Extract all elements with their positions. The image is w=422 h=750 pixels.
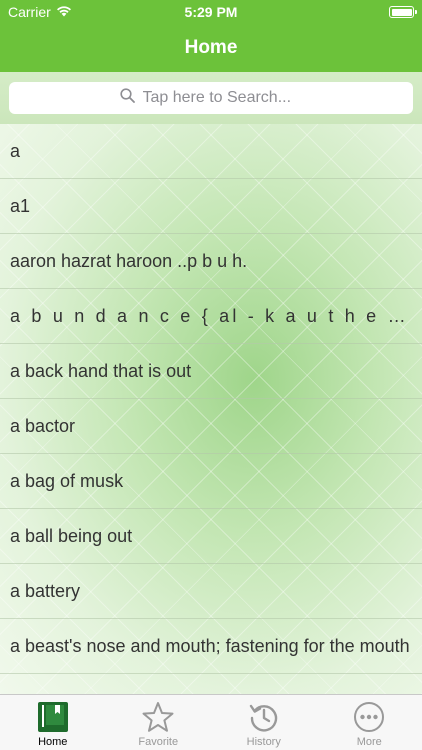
search-box[interactable]	[9, 82, 413, 114]
list-item-label: a battery	[10, 580, 81, 601]
word-list: a a1 aaron hazrat haroon ..p b u h. a b …	[0, 124, 422, 694]
carrier-label: Carrier	[8, 4, 51, 20]
tab-history[interactable]: History	[211, 695, 317, 750]
list-item-label: a bag of musk	[10, 470, 124, 491]
list-item[interactable]: a	[0, 124, 422, 179]
status-bar: Carrier 5:29 PM	[0, 0, 422, 24]
more-icon	[352, 700, 386, 734]
list-item-label: a1	[10, 195, 31, 216]
search-input[interactable]	[142, 89, 303, 107]
list-item-label: a back hand that is out	[10, 360, 192, 381]
list-item[interactable]: a1	[0, 179, 422, 234]
list-item-label: a b u n d a n c e { al - k a u t h e r }	[10, 305, 412, 326]
battery-icon	[389, 6, 417, 18]
status-time: 5:29 PM	[184, 4, 238, 20]
tab-label: More	[356, 736, 382, 748]
list-item[interactable]: a b u n d a n c e { al - k a u t h e r }	[0, 289, 422, 344]
list-item-label: a ball being out	[10, 525, 133, 546]
list-item[interactable]: a back hand that is out	[0, 344, 422, 399]
tab-label: History	[246, 736, 281, 748]
list-item-label: a bactor	[10, 415, 76, 436]
list-item-label: a beast's nose and mouth; fastening for …	[10, 635, 410, 656]
search-icon	[119, 88, 135, 108]
list-item[interactable]: a beast's nose and mouth; fastening for …	[0, 619, 422, 674]
tab-home[interactable]: Home	[0, 695, 106, 750]
nav-bar: Home	[0, 24, 422, 72]
search-bar	[0, 72, 422, 124]
list-item[interactable]: aaron hazrat haroon ..p b u h.	[0, 234, 422, 289]
page-title: Home	[184, 37, 238, 58]
history-icon	[247, 700, 281, 734]
wifi-icon	[56, 4, 72, 20]
tab-label: Favorite	[138, 736, 179, 748]
list-item[interactable]: a ball being out	[0, 509, 422, 564]
tab-favorite[interactable]: Favorite	[106, 695, 212, 750]
status-right	[264, 6, 417, 18]
status-left: Carrier	[8, 4, 158, 20]
tab-more[interactable]: More	[317, 695, 422, 750]
list-item-label: aaron hazrat haroon ..p b u h.	[10, 250, 248, 271]
list-item-label: a	[10, 140, 21, 161]
star-icon	[141, 700, 175, 734]
tab-bar: Home Favorite History More	[0, 694, 422, 750]
tab-label: Home	[38, 736, 68, 748]
book-icon	[36, 700, 70, 734]
list-item[interactable]: a bactor	[0, 399, 422, 454]
list-item[interactable]: a bag of musk	[0, 454, 422, 509]
list-item[interactable]: a battery	[0, 564, 422, 619]
